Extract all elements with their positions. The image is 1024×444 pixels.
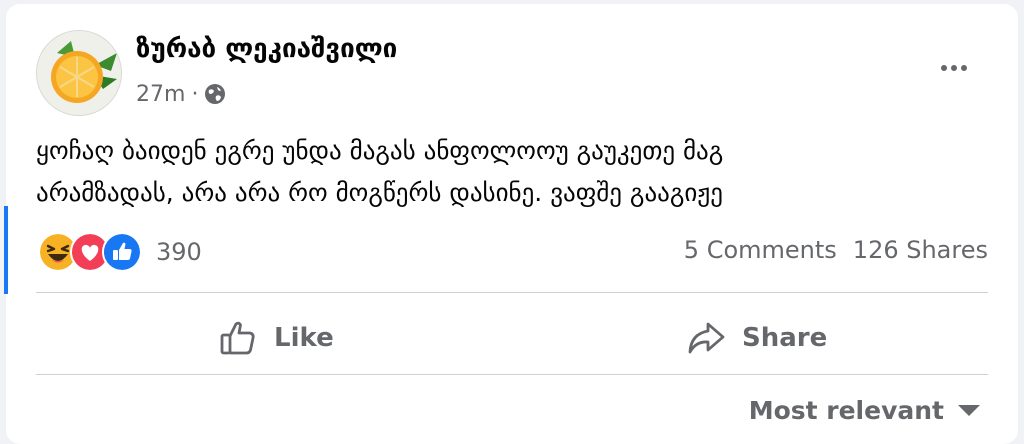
shares-count[interactable]: 126 Shares (853, 236, 988, 264)
caret-down-icon (958, 405, 980, 416)
post-card: ზურაბ ლეკიაშვილი 27m · ყოჩაღ ბაიდენ ეგრე… (6, 4, 1018, 444)
share-arrow-icon (688, 322, 725, 354)
globe-icon[interactable] (204, 83, 226, 105)
author-name[interactable]: ზურაბ ლეკიაშვილი (136, 34, 397, 64)
reactions-summary[interactable]: 390 (38, 230, 202, 274)
post-text: ყოჩაღ ბაიდენ ეგრე უნდა მაგას ანფოლოოუ გა… (36, 130, 966, 214)
sort-label: Most relevant (748, 396, 944, 425)
share-button[interactable]: Share (686, 310, 827, 366)
divider (36, 374, 988, 375)
share-label: Share (742, 323, 828, 353)
comment-sort-dropdown[interactable]: Most relevant (749, 396, 980, 425)
accent-bar (4, 206, 8, 294)
like-label: Like (274, 323, 334, 353)
meta-separator: · (191, 81, 199, 107)
like-outline-icon (220, 321, 255, 355)
like-icon (102, 232, 142, 272)
comments-count[interactable]: 5 Comments (684, 236, 837, 264)
more-options-icon[interactable] (934, 54, 974, 82)
post-text-line: არამზადას, არა არა რო მოგწერს დასინე. ვა… (36, 178, 723, 207)
like-button[interactable]: Like (218, 310, 334, 366)
post-meta: 27m · (136, 80, 226, 108)
post-text-line: ყოჩაღ ბაიდენ ეგრე უნდა მაგას ანფოლოოუ გა… (36, 136, 724, 165)
divider (36, 292, 988, 293)
post-timestamp[interactable]: 27m (136, 82, 185, 107)
avatar[interactable] (36, 30, 122, 116)
reaction-count: 390 (156, 238, 202, 266)
engagement-stats: 5 Comments 126 Shares (684, 236, 988, 264)
